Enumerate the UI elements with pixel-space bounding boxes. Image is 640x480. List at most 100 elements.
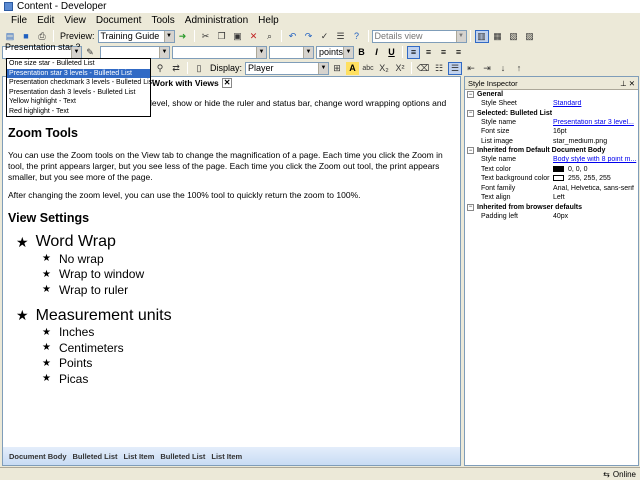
move-down-icon[interactable]: ↓: [496, 62, 510, 75]
breadcrumb-item[interactable]: Bulleted List: [160, 452, 205, 461]
style-select[interactable]: Presentation star 3 ... ▼: [2, 42, 82, 62]
menu-help[interactable]: Help: [253, 15, 284, 26]
open-icon[interactable]: ▤: [3, 30, 17, 43]
section-selected[interactable]: − Selected: Bulleted List: [465, 109, 638, 118]
property-key: Text align: [481, 194, 511, 202]
dropdown-option[interactable]: One size star - Bulleted List: [7, 59, 150, 69]
italic-button[interactable]: I: [370, 46, 383, 59]
preview-select-value: Training Guide: [100, 31, 160, 41]
collapse-icon[interactable]: −: [467, 91, 474, 98]
font-name-select[interactable]: ▼: [172, 45, 267, 59]
indent-icon[interactable]: ⇥: [480, 62, 494, 75]
go-icon[interactable]: ➜: [176, 30, 190, 43]
list-item: ★ Picas: [42, 371, 454, 387]
list-item-label: Word Wrap: [35, 233, 116, 250]
replace-icon[interactable]: ⇄: [169, 62, 183, 75]
list-item: ★ Wrap to ruler: [42, 282, 454, 298]
preview-select[interactable]: Training Guide ▼: [97, 29, 175, 43]
help-icon[interactable]: ?: [350, 30, 364, 43]
align-justify-icon[interactable]: ≡: [452, 46, 465, 59]
zoom-icon[interactable]: ⊞: [330, 62, 344, 75]
align-left-icon[interactable]: ≡: [407, 45, 420, 59]
view-select[interactable]: Details view ▼: [371, 29, 467, 43]
separator: [411, 62, 413, 74]
menu-file[interactable]: File: [6, 15, 32, 26]
menu-administration[interactable]: Administration: [180, 15, 253, 26]
display-select[interactable]: Player ▼: [245, 61, 330, 75]
align-right-icon[interactable]: ≡: [437, 46, 450, 59]
zoom-paragraph-2: After changing the zoom level, you can u…: [8, 190, 361, 200]
bulleted-list-icon[interactable]: ☰: [448, 61, 463, 75]
eraser-icon[interactable]: ⌫: [416, 62, 430, 75]
section-browser-defaults[interactable]: − Inherited from browser defaults: [465, 203, 638, 212]
outdent-icon[interactable]: ⇤: [464, 62, 478, 75]
menu-view[interactable]: View: [59, 15, 91, 26]
size-unit-select[interactable]: points ▼: [316, 45, 354, 59]
dropdown-option[interactable]: Red highlight - Text: [7, 107, 150, 117]
style-sheet-link[interactable]: Standard: [553, 100, 638, 107]
tab-work-with-views[interactable]: Work with Views ✕: [150, 77, 235, 89]
cut-icon[interactable]: ✂: [199, 30, 213, 43]
dropdown-option[interactable]: Presentation checkmark 3 levels - Bullet…: [7, 78, 154, 88]
properties-icon[interactable]: ☰: [334, 30, 348, 43]
property-value: star_medium.png: [553, 137, 608, 145]
strikethrough-icon[interactable]: abc: [361, 62, 375, 75]
copy-icon[interactable]: ❐: [215, 30, 229, 43]
chevron-down-icon: ▼: [303, 46, 313, 58]
font-family-select[interactable]: ▼: [100, 45, 170, 59]
preview-label: Preview:: [60, 31, 95, 41]
move-up-icon[interactable]: ↑: [512, 62, 526, 75]
breadcrumb-item[interactable]: Document Body: [9, 452, 67, 461]
menu-tools[interactable]: Tools: [146, 15, 179, 26]
align-center-icon[interactable]: ≡: [422, 46, 435, 59]
breadcrumb-item[interactable]: Bulleted List: [73, 452, 118, 461]
paste-icon[interactable]: ▣: [231, 30, 245, 43]
network-icon: ⇆: [603, 469, 610, 479]
property-row: List image star_medium.png: [465, 137, 638, 147]
dropdown-option[interactable]: Yellow highlight - Text: [7, 97, 150, 107]
style-edit-icon[interactable]: ✎: [83, 46, 97, 59]
underline-button[interactable]: U: [385, 46, 398, 59]
superscript-icon[interactable]: X²: [393, 62, 407, 75]
highlight-button[interactable]: A: [346, 61, 360, 75]
section-inherited-body[interactable]: − Inherited from Default Document Body: [465, 146, 638, 155]
delete-icon[interactable]: ✕: [247, 30, 261, 43]
app-icon: [4, 2, 13, 11]
style-name-link[interactable]: Presentation star 3 level...: [553, 119, 638, 126]
save-icon[interactable]: ■: [19, 30, 33, 43]
layout-split-icon[interactable]: ▦: [491, 30, 505, 43]
star-icon: ★: [42, 373, 51, 385]
collapse-icon[interactable]: −: [467, 109, 474, 117]
collapse-icon[interactable]: −: [467, 147, 474, 154]
undo-icon[interactable]: ↶: [286, 30, 300, 43]
layout-single-icon[interactable]: ▥: [474, 29, 489, 43]
binoculars-icon[interactable]: ⚲: [153, 62, 167, 75]
bold-button[interactable]: B: [355, 46, 368, 59]
collapse-icon[interactable]: −: [467, 203, 474, 211]
font-size-select[interactable]: ▼: [269, 45, 314, 59]
close-icon[interactable]: ✕: [221, 78, 233, 88]
breadcrumb-item[interactable]: List Item: [124, 452, 155, 461]
find-icon[interactable]: ⌕: [263, 30, 277, 43]
menu-document[interactable]: Document: [91, 15, 147, 26]
numbered-list-icon[interactable]: ☷: [432, 62, 446, 75]
section-general[interactable]: − General: [465, 90, 638, 99]
print-icon[interactable]: ⎙: [35, 30, 49, 43]
body-style-link[interactable]: Body style with 8 point m...: [553, 156, 638, 163]
layout-source-icon[interactable]: ▨: [523, 30, 537, 43]
dropdown-option[interactable]: Presentation dash 3 levels - Bulleted Li…: [7, 88, 150, 98]
layout-preview-icon[interactable]: ▧: [507, 30, 521, 43]
subscript-icon[interactable]: X₂: [377, 62, 391, 75]
star-icon: ★: [42, 342, 51, 354]
dropdown-option-selected[interactable]: Presentation star 3 levels - Bulleted Li…: [7, 68, 150, 78]
close-icon[interactable]: ✕: [629, 79, 635, 88]
pin-icon[interactable]: ⊥: [620, 79, 627, 88]
style-inspector-panel: Style Inspector ⊥ ✕ − General Style Sheet…: [464, 76, 639, 466]
spell-check-icon[interactable]: ✓: [318, 30, 332, 43]
property-value: Left: [553, 194, 565, 202]
list-item-label: Measurement units: [35, 306, 172, 324]
redo-icon[interactable]: ↷: [302, 30, 316, 43]
breadcrumb-item[interactable]: List Item: [211, 452, 242, 461]
page-icon[interactable]: ▯: [192, 62, 206, 75]
menu-edit[interactable]: Edit: [32, 15, 59, 26]
